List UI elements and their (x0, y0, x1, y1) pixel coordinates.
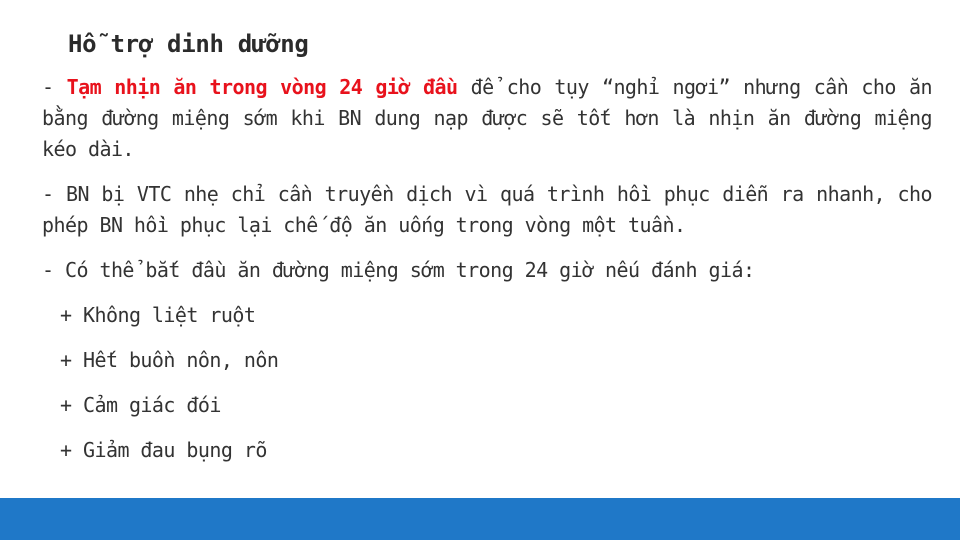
list-item: + Không liệt ruột (60, 303, 256, 327)
list-item: + Cảm giác đói (60, 393, 221, 417)
highlight-fasting-24h: Tạm nhịn ăn trong vòng 24 giờ đầu (66, 75, 458, 99)
paragraph-early-feeding: - Có thể bắt đầu ăn đường miệng sớm tron… (42, 258, 755, 282)
paragraph-fasting-prefix: - (42, 75, 67, 99)
footer-bar (0, 498, 960, 540)
list-item: + Giảm đau bụng rõ (60, 438, 267, 462)
paragraph-fasting: - Tạm nhịn ăn trong vòng 24 giờ đầu để c… (42, 72, 933, 165)
slide-title: Hỗ trợ dinh dưỡng (68, 30, 309, 58)
list-item: + Hết buồn nôn, nôn (60, 348, 279, 372)
paragraph-mild-pancreatitis: - BN bị VTC nhẹ chỉ cần truyền dịch vì q… (42, 182, 933, 237)
slide-content: - Tạm nhịn ăn trong vòng 24 giờ đầu để c… (42, 72, 933, 480)
criteria-list: + Không liệt ruột + Hết buồn nôn, nôn + … (42, 300, 932, 466)
